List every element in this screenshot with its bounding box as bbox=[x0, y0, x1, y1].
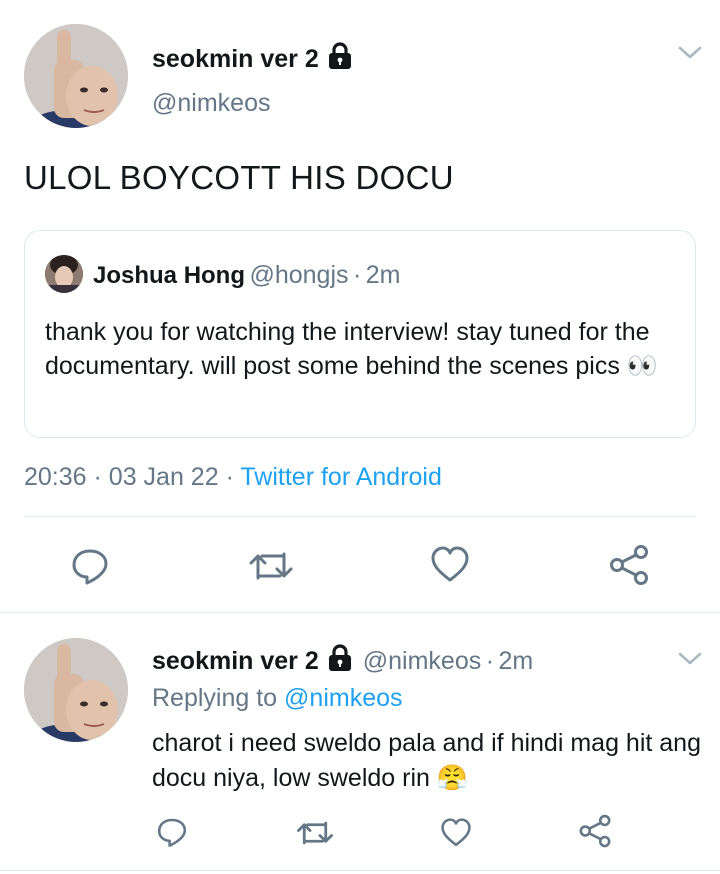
heart-icon[interactable] bbox=[440, 818, 472, 848]
heart-icon[interactable] bbox=[430, 546, 470, 584]
quoted-avatar bbox=[45, 255, 83, 293]
author-line: seokmin ver 2 bbox=[152, 42, 353, 75]
divider bbox=[0, 612, 720, 613]
reply-author-line: seokmin ver 2 @nimkeos · 2m bbox=[152, 644, 533, 677]
replying-to: Replying to @nimkeos bbox=[152, 684, 403, 713]
tweet-source-link[interactable]: Twitter for Android bbox=[240, 463, 441, 491]
lock-icon bbox=[327, 644, 353, 677]
tweet-text: ULOL BOYCOTT HIS DOCU bbox=[24, 159, 454, 196]
quoted-header: Joshua Hong @hongjs · 2m bbox=[93, 261, 401, 290]
tweet-time: 20:36 bbox=[24, 463, 87, 491]
retweet-icon[interactable] bbox=[248, 548, 294, 584]
quoted-tweet[interactable]: Joshua Hong @hongjs · 2m thank you for w… bbox=[24, 230, 696, 438]
reply-time: 2m bbox=[498, 647, 534, 675]
separator: · bbox=[485, 647, 495, 675]
separator: · bbox=[352, 261, 362, 289]
reply-icon[interactable] bbox=[156, 816, 188, 848]
separator: · bbox=[93, 463, 102, 491]
reply-icon[interactable] bbox=[70, 546, 110, 586]
divider bbox=[24, 516, 696, 517]
author-name[interactable]: seokmin ver 2 bbox=[152, 45, 319, 73]
author-avatar[interactable] bbox=[24, 24, 128, 128]
avatar-image bbox=[24, 24, 128, 128]
divider bbox=[0, 870, 720, 871]
lock-icon bbox=[327, 42, 353, 75]
share-icon[interactable] bbox=[608, 544, 650, 586]
quoted-name: Joshua Hong bbox=[93, 262, 246, 289]
chevron-down-icon[interactable] bbox=[677, 44, 703, 67]
chevron-down-icon[interactable] bbox=[677, 650, 703, 673]
quoted-text: thank you for watching the interview! st… bbox=[45, 318, 658, 380]
retweet-icon[interactable] bbox=[296, 818, 334, 848]
replying-to-link[interactable]: @nimkeos bbox=[284, 684, 402, 712]
tweet-meta: 20:36 · 03 Jan 22 · Twitter for Android bbox=[24, 463, 442, 492]
share-icon[interactable] bbox=[578, 814, 612, 848]
reply-author-avatar[interactable] bbox=[24, 638, 128, 742]
separator: · bbox=[225, 463, 234, 491]
quoted-handle: @hongjs bbox=[249, 261, 349, 289]
avatar-image bbox=[24, 638, 128, 742]
replying-prefix: Replying to bbox=[152, 684, 278, 712]
tweet-date: 03 Jan 22 bbox=[108, 463, 219, 491]
author-handle[interactable]: @nimkeos bbox=[152, 89, 270, 118]
reply-text: charot i need sweldo pala and if hindi m… bbox=[152, 729, 701, 792]
reply-author-handle[interactable]: @nimkeos bbox=[363, 647, 481, 675]
quoted-time: 2m bbox=[365, 261, 401, 289]
reply-author-name[interactable]: seokmin ver 2 bbox=[152, 647, 319, 675]
